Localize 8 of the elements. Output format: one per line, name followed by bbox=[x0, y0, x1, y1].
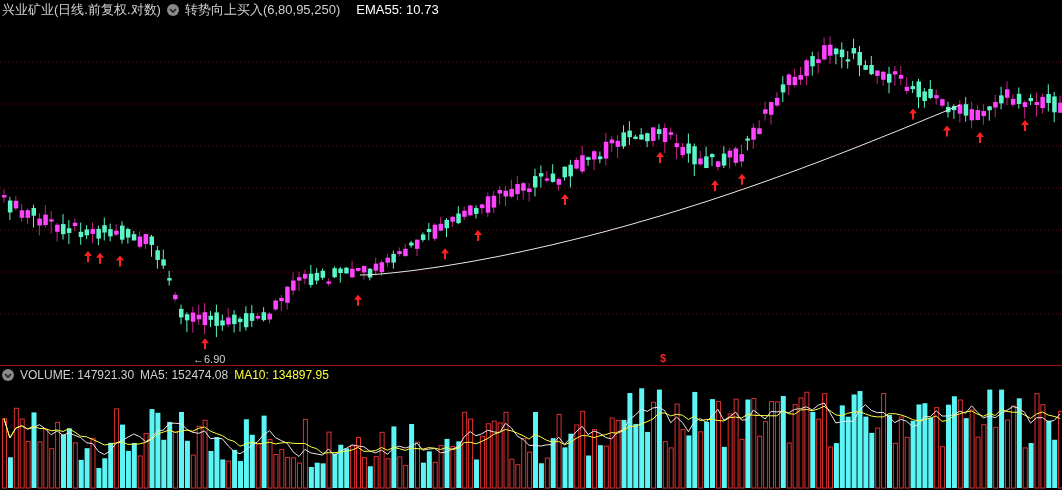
signal-marker: $ bbox=[660, 351, 667, 366]
volume-value: VOLUME: 147921.30 bbox=[20, 367, 135, 384]
low-price-label: ←6.90 bbox=[193, 352, 226, 367]
indicator-name: 转势向上买入(6,80,95,250) bbox=[184, 1, 341, 20]
ma5-value: MA5: 152474.08 bbox=[140, 367, 229, 384]
ma10-value: MA10: 134897.95 bbox=[234, 367, 329, 384]
stock-title: 兴业矿业(日线.前复权.对数) bbox=[2, 1, 161, 20]
ema-value: EMA55: 10.73 bbox=[356, 1, 439, 20]
